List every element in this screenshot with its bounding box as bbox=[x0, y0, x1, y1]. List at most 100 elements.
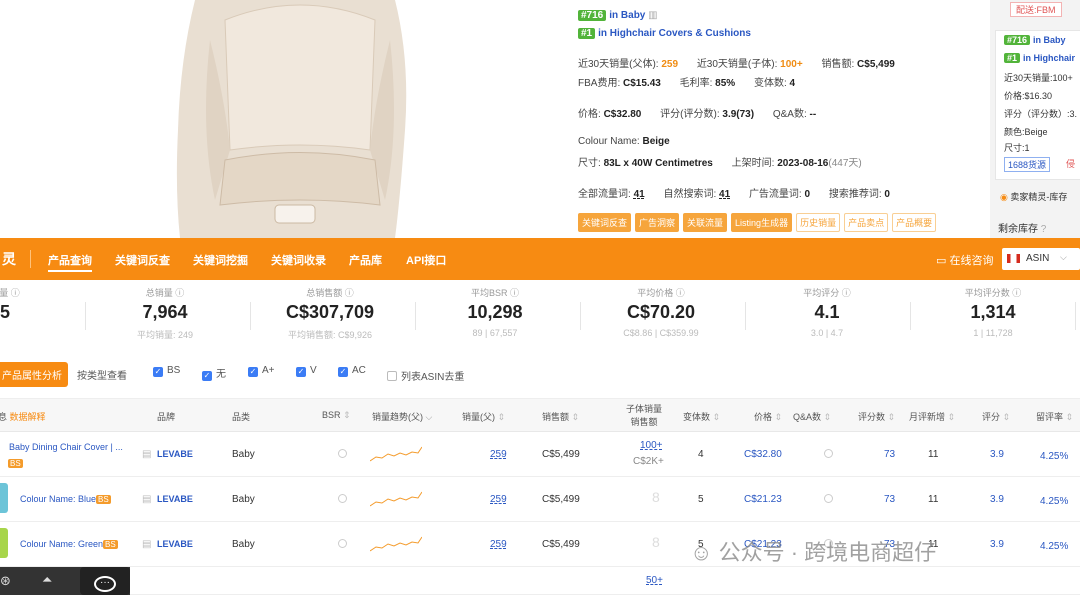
child-sales-cell[interactable]: 50+ bbox=[646, 575, 663, 586]
sales-cell[interactable]: 259 bbox=[490, 494, 507, 505]
marketplace-select[interactable]: ASIN ⌵ bbox=[1002, 248, 1080, 270]
tag-keyword-reverse[interactable]: 关键词反查 bbox=[578, 213, 632, 232]
bar-chart-icon[interactable]: ▥ bbox=[648, 10, 657, 21]
tag-summary[interactable]: 产品概要 bbox=[892, 213, 937, 232]
chat-bubble-button[interactable]: ··· bbox=[80, 567, 130, 595]
rating-cell[interactable]: 3.9 bbox=[990, 449, 1004, 460]
attribute-analysis-button[interactable]: 产品属性分析 bbox=[0, 362, 68, 387]
tag-history-sales[interactable]: 历史销量 bbox=[796, 213, 841, 232]
sales-trend-sparkline[interactable] bbox=[370, 490, 422, 510]
tag-related-traffic[interactable]: 关联流量 bbox=[683, 213, 728, 232]
price-cell[interactable]: C$21.23 bbox=[744, 494, 782, 505]
source-1688-button[interactable]: 1688货源 bbox=[1004, 157, 1051, 172]
brand-icon: ▤ bbox=[142, 539, 152, 550]
col-variants[interactable]: 变体数 ⇕ bbox=[683, 410, 720, 423]
product-detail-panel: #716 in Baby ▥ #1 in Highchair Covers & Cu… bbox=[570, 0, 970, 238]
openai-icon[interactable]: ⊛ bbox=[0, 573, 11, 589]
loading-icon: 8 bbox=[652, 489, 660, 505]
table-row[interactable]: 50+ bbox=[0, 567, 1080, 595]
table-row[interactable]: Colour Name: Blue BS ▤ LEVABE Baby 259 C$… bbox=[0, 477, 1080, 522]
col-rating-count[interactable]: 评分数 ⇕ bbox=[858, 410, 895, 423]
col-retention[interactable]: 留评率 ⇕ bbox=[1036, 410, 1073, 423]
bs-badge: BS bbox=[96, 495, 111, 504]
brand-icon: ▤ bbox=[142, 494, 152, 505]
nav-keyword-mining[interactable]: 关键词挖掘 bbox=[193, 252, 248, 268]
col-sales[interactable]: 销量(父) ⇕ bbox=[462, 410, 505, 423]
wechat-icon: ☺ bbox=[690, 540, 713, 565]
sales-trend-sparkline[interactable] bbox=[370, 445, 422, 465]
sales-cell[interactable]: 259 bbox=[490, 449, 507, 460]
size-line: 尺寸: 83L x 40W Centimetres 上架时间: 2023-08-… bbox=[578, 158, 862, 169]
check-ac[interactable]: ✓ AC bbox=[338, 365, 366, 377]
side-color: 颜色:Beige bbox=[1004, 127, 1048, 137]
child-sales-cell[interactable]: 100+ bbox=[640, 440, 663, 451]
table-row[interactable]: Baby Dining Chair Cover | ... BS ▤ LEVAB… bbox=[0, 432, 1080, 477]
check-v[interactable]: ✓ V bbox=[296, 365, 317, 377]
rating-count-cell[interactable]: 73 bbox=[884, 494, 895, 505]
side-product-card: #716 in Baby #1 in Highchair 近30天销量:100+ 价… bbox=[995, 30, 1080, 180]
view-by-type-button[interactable]: 按类型查看 bbox=[77, 367, 127, 382]
col-price[interactable]: 价格 ⇕ bbox=[754, 410, 782, 423]
rank-subcategory[interactable]: #1 in Highchair Covers & Cushions bbox=[578, 28, 751, 39]
asin-label: ASIN bbox=[1026, 253, 1050, 264]
variant-title-link[interactable]: Colour Name: Blue BS bbox=[20, 494, 111, 504]
nav-keyword-index[interactable]: 关键词收录 bbox=[271, 252, 326, 268]
brand-link[interactable]: LEVABE bbox=[157, 494, 193, 504]
bs-badge: BS bbox=[103, 540, 118, 549]
rating-cell[interactable]: 3.9 bbox=[990, 539, 1004, 550]
col-brand: 品牌 bbox=[157, 412, 176, 422]
rank-category[interactable]: #716 in Baby ▥ bbox=[578, 10, 658, 21]
nav-product-library[interactable]: 产品库 bbox=[349, 252, 382, 268]
nav-product-search[interactable]: 产品查询 bbox=[48, 252, 92, 272]
brand-link[interactable]: LEVABE bbox=[157, 449, 193, 459]
chevron-down-icon: ⌵ bbox=[1060, 252, 1067, 262]
stat-avg-price: 平均价格 ⓘ C$70.20 C$8.86 | C$359.99 bbox=[623, 288, 699, 338]
price-cell[interactable]: C$32.80 bbox=[744, 449, 782, 460]
stat-total-revenue: 总销售额 ⓘ C$307,709 平均销售额: C$9,926 bbox=[285, 288, 375, 340]
variant-title-link[interactable]: Colour Name: Green BS bbox=[20, 539, 118, 549]
col-bsr[interactable]: BSR ⇕ bbox=[322, 410, 351, 421]
stat-total-sales: 总销量 ⓘ 7,964 平均销量: 249 bbox=[136, 288, 194, 340]
fbm-badge: 配送:FBM bbox=[1010, 2, 1062, 17]
check-bs[interactable]: ✓ BS bbox=[153, 365, 180, 377]
col-revenue[interactable]: 销售额 ⇕ bbox=[542, 410, 579, 423]
col-qa[interactable]: Q&A数 ⇕ bbox=[793, 410, 831, 423]
bsr-placeholder bbox=[338, 539, 347, 548]
organic-keywords-count[interactable]: 41 bbox=[719, 189, 730, 200]
rating-count-cell[interactable]: 73 bbox=[884, 449, 895, 460]
data-explain-link[interactable]: 数据解释 bbox=[10, 412, 46, 422]
brand-logo: 灵 bbox=[2, 251, 16, 267]
rating-cell[interactable]: 3.9 bbox=[990, 494, 1004, 505]
qa-placeholder bbox=[824, 449, 833, 458]
col-child-sales[interactable]: 子体销量 销售额 bbox=[626, 403, 662, 429]
seller-sprite-line: ◉ 卖家精灵-库存 bbox=[1000, 192, 1068, 202]
tag-ad-insight[interactable]: 广告洞察 bbox=[635, 213, 680, 232]
category-cell: Baby bbox=[232, 494, 255, 505]
chart-icon[interactable]: ⏶ bbox=[42, 572, 52, 588]
check-none[interactable]: ✓ 无 bbox=[202, 365, 226, 381]
all-keywords-count[interactable]: 41 bbox=[634, 189, 645, 200]
stat-avg-rating-count: 平均评分数 ⓘ 1,314 1 | 11,728 bbox=[964, 288, 1022, 338]
tag-listing-generator[interactable]: Listing生成器 bbox=[731, 213, 793, 232]
infringe-button[interactable]: 侵 bbox=[1066, 157, 1075, 170]
check-dedupe[interactable]: 列表ASIN去重 bbox=[387, 368, 464, 383]
nav-keyword-reverse[interactable]: 关键词反查 bbox=[115, 252, 170, 268]
nav-api[interactable]: API接口 bbox=[406, 252, 446, 268]
summary-stats: 数量 ⓘ5 总销量 ⓘ7,964平均销量: 249 总销售额 ⓘC$307,70… bbox=[0, 280, 1080, 350]
col-trend[interactable]: 销量趋势(父) ⌵ bbox=[372, 410, 432, 423]
filter-row: 产品属性分析 按类型查看 ✓ BS ✓ 无 ✓ A+ ✓ V ✓ AC 列表ASIN去重 bbox=[0, 358, 1080, 388]
product-title-link[interactable]: Baby Dining Chair Cover | ... bbox=[9, 442, 123, 452]
sales-trend-sparkline[interactable] bbox=[370, 535, 422, 555]
stock-line: 剩余库存 ? bbox=[998, 224, 1047, 235]
check-aplus[interactable]: ✓ A+ bbox=[248, 365, 275, 377]
tag-selling-points[interactable]: 产品卖点 bbox=[844, 213, 889, 232]
bottom-toolbar: ⊛ ⏶ ··· bbox=[0, 567, 130, 595]
chat-bubble-icon: ··· bbox=[94, 576, 116, 592]
sales-cell[interactable]: 259 bbox=[490, 539, 507, 550]
online-consult[interactable]: ▭ 在线咨询 bbox=[936, 252, 993, 268]
col-monthly-new[interactable]: 月评新增 ⇕ bbox=[909, 410, 955, 423]
brand-link[interactable]: LEVABE bbox=[157, 539, 193, 549]
col-category: 品类 bbox=[232, 412, 251, 422]
side-rating: 评分（评分数）:3. bbox=[1004, 109, 1078, 119]
col-rating[interactable]: 评分 ⇕ bbox=[982, 410, 1010, 423]
